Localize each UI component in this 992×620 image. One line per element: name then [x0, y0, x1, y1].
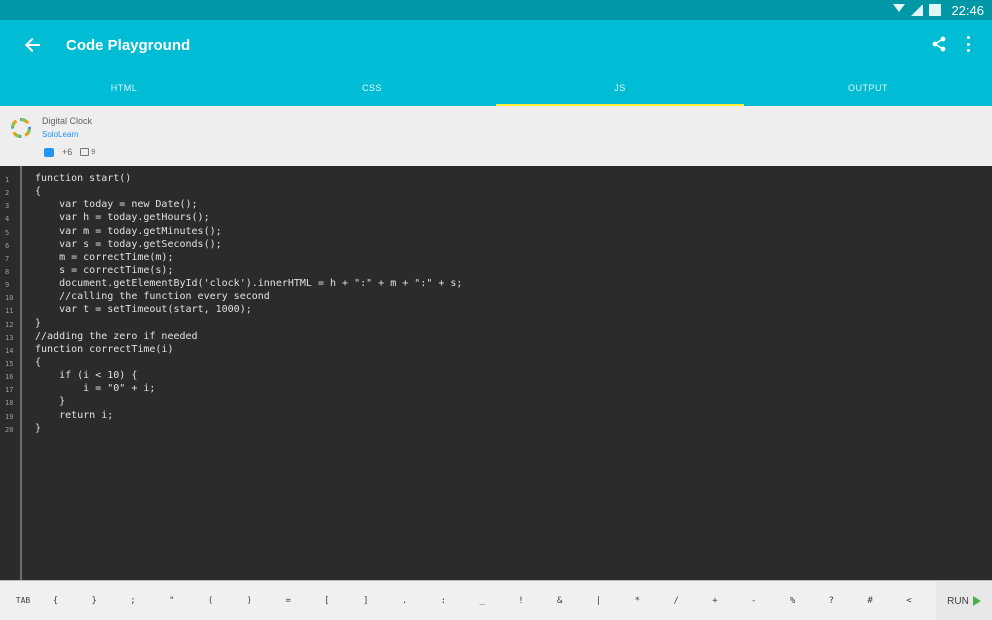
symbol-key[interactable]: / [657, 581, 696, 620]
code-line[interactable]: function start() [35, 172, 992, 185]
line-number: 13 [5, 333, 14, 342]
code-line[interactable]: return i; [35, 409, 992, 422]
symbol-key[interactable]: _ [463, 581, 502, 620]
code-line[interactable]: var s = today.getSeconds(); [35, 238, 992, 251]
tab-output[interactable]: OUTPUT [744, 70, 992, 106]
line-number: 15 [5, 359, 14, 368]
vote-count: +6 [62, 147, 73, 157]
code-line[interactable]: var today = new Date(); [35, 198, 992, 211]
code-line[interactable]: m = correctTime(m); [35, 251, 992, 264]
symbol-key[interactable]: } [75, 581, 114, 620]
line-number: 4 [5, 215, 10, 224]
line-number: 17 [5, 386, 14, 395]
symbol-key[interactable]: [ [308, 581, 347, 620]
code-line[interactable]: //calling the function every second [35, 290, 992, 303]
code-info-card: Digital Clock SoloLearn +6 9 [0, 106, 992, 166]
code-line[interactable]: function correctTime(i) [35, 343, 992, 356]
line-number: 8 [5, 267, 10, 276]
symbol-key-bar: TAB {}; "() =[].: _! & | * / + -%? # < RUN [0, 580, 992, 620]
battery-icon [929, 4, 942, 16]
code-line[interactable]: i = "0" + i; [35, 382, 992, 395]
line-number: 2 [5, 189, 10, 198]
tab-js[interactable]: JS [496, 70, 744, 106]
symbol-key[interactable]: * [618, 581, 657, 620]
code-line[interactable]: s = correctTime(s); [35, 264, 992, 277]
symbol-key[interactable]: { [36, 581, 75, 620]
line-number: 7 [5, 254, 10, 263]
code-line[interactable]: document.getElementById('clock').innerHT… [35, 277, 992, 290]
line-number: 16 [5, 373, 14, 382]
line-number: 10 [5, 294, 14, 303]
symbol-key[interactable]: # [851, 581, 890, 620]
share-icon[interactable] [930, 35, 948, 53]
line-number-gutter: 1 2 3 4 5 6 7 8 9 10 11 12 13 14 15 16 17 18 19 20 [0, 166, 22, 580]
code-line[interactable]: if (i < 10) { [35, 369, 992, 382]
symbol-key[interactable]: ; [114, 581, 153, 620]
line-number: 18 [5, 399, 14, 408]
line-number: 19 [5, 412, 14, 421]
line-number: 3 [5, 202, 10, 211]
symbol-key[interactable]: ] [346, 581, 385, 620]
votes-row: +6 9 [44, 147, 95, 157]
line-number: 11 [5, 307, 14, 316]
line-number: 14 [5, 346, 14, 355]
code-line[interactable]: //adding the zero if needed [35, 330, 992, 343]
code-line[interactable]: } [35, 422, 992, 435]
app-title: Code Playground [66, 36, 191, 54]
tab-css[interactable]: CSS [248, 70, 496, 106]
run-button[interactable]: RUN [936, 581, 992, 620]
symbol-key[interactable]: ? [812, 581, 851, 620]
symbol-key[interactable]: & [540, 581, 579, 620]
code-line[interactable]: { [35, 185, 992, 198]
symbol-key[interactable]: ( [191, 581, 230, 620]
symbol-key[interactable]: - [734, 581, 773, 620]
wifi-icon [893, 4, 906, 16]
tab-key[interactable]: TAB [10, 581, 36, 620]
comment-icon[interactable] [80, 148, 90, 156]
symbol-key[interactable]: : [424, 581, 463, 620]
code-line[interactable]: var t = setTimeout(start, 1000); [35, 303, 992, 316]
thumbs-up-icon[interactable] [44, 147, 54, 157]
line-number: 20 [5, 425, 14, 434]
code-line[interactable]: } [35, 317, 992, 330]
symbol-key[interactable]: ! [502, 581, 541, 620]
line-number: 9 [5, 281, 10, 290]
code-name: Digital Clock [42, 116, 93, 126]
comment-count: 9 [91, 148, 96, 156]
tab-html[interactable]: HTML [0, 70, 248, 106]
symbol-key[interactable]: | [579, 581, 618, 620]
more-options-icon[interactable] [966, 36, 970, 52]
symbol-key[interactable]: < [890, 581, 929, 620]
code-editor[interactable]: 1 2 3 4 5 6 7 8 9 10 11 12 13 14 15 16 17 18 19 20 function… [0, 166, 992, 580]
status-clock: 22:46 [951, 2, 984, 18]
code-line[interactable]: } [35, 395, 992, 408]
status-bar: 22:46 [0, 0, 992, 20]
run-label: RUN [947, 595, 969, 607]
back-arrow-icon[interactable] [24, 35, 44, 55]
symbol-key[interactable]: " [152, 581, 191, 620]
line-number: 12 [5, 320, 14, 329]
line-number: 6 [5, 241, 10, 250]
author-link[interactable]: SoloLearn [42, 130, 78, 139]
symbol-key[interactable]: % [773, 581, 812, 620]
symbol-key[interactable]: ) [230, 581, 269, 620]
line-number: 5 [5, 228, 10, 237]
signal-icon [911, 4, 924, 16]
code-line[interactable]: var m = today.getMinutes(); [35, 225, 992, 238]
symbol-keys: {}; "() =[].: _! & | * / + -%? # < [36, 581, 928, 620]
code-playground-screen: 22:46 Code Playground HTML CSS JS OUTPUT… [0, 0, 992, 620]
symbol-key[interactable]: = [269, 581, 308, 620]
symbol-key[interactable]: . [385, 581, 424, 620]
symbol-key[interactable]: + [696, 581, 735, 620]
app-bar: Code Playground [0, 20, 992, 70]
sololearn-logo-icon [11, 118, 31, 138]
code-line[interactable]: { [35, 356, 992, 369]
code-line[interactable]: var h = today.getHours(); [35, 211, 992, 224]
tab-bar: HTML CSS JS OUTPUT [0, 70, 992, 106]
line-number: 1 [5, 176, 10, 184]
code-text-area[interactable]: function start(){ var today = new Date()… [35, 172, 992, 435]
play-icon [972, 596, 981, 606]
